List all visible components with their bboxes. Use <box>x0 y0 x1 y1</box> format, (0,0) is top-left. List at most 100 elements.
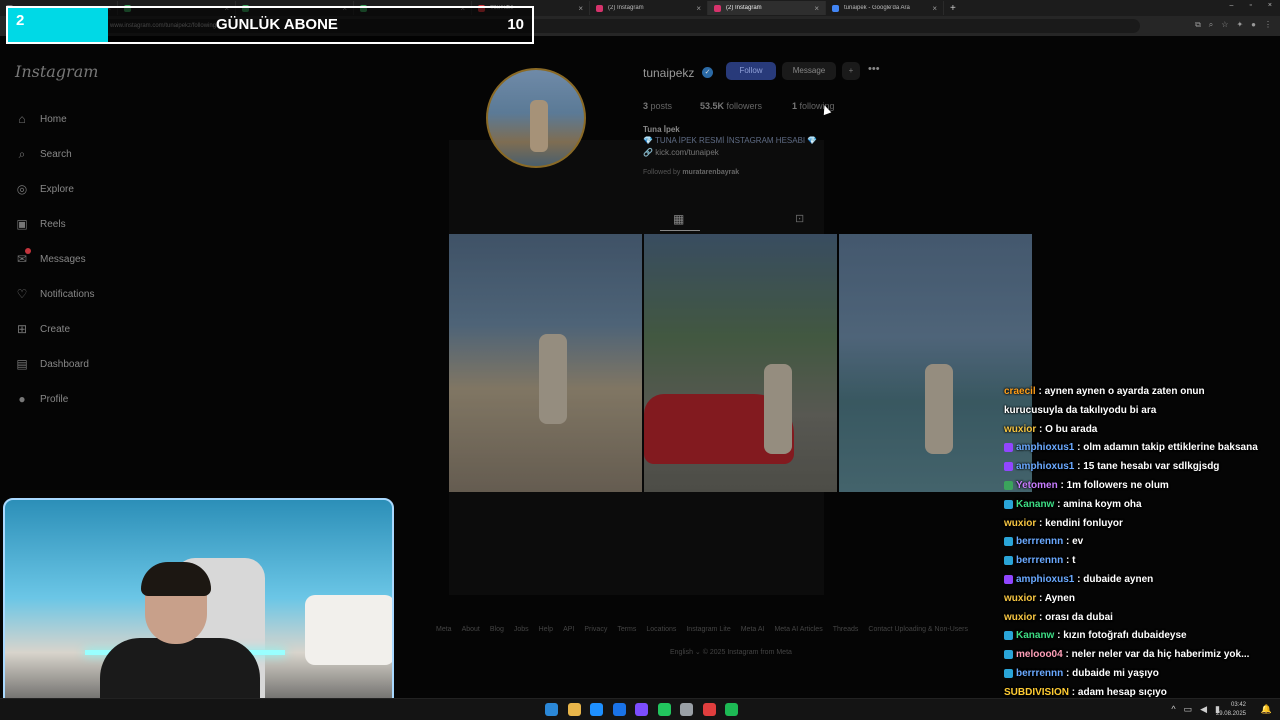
footer-link[interactable]: Jobs <box>514 626 529 633</box>
chat-username[interactable]: amphioxus1 <box>1016 461 1074 472</box>
follow-button[interactable]: Follow <box>726 62 776 80</box>
zoom-icon[interactable]: ⌕ <box>1209 20 1213 30</box>
footer-link[interactable]: API <box>563 626 574 633</box>
home-icon: ⌂ <box>18 112 26 126</box>
footer-link[interactable]: Threads <box>833 626 859 633</box>
sidebar-item-create[interactable]: ⊞ Create <box>15 322 70 336</box>
close-window-icon[interactable]: × <box>1268 2 1272 9</box>
browser-tab[interactable]: (2) Instagram × <box>590 1 708 15</box>
more-options-icon[interactable]: ••• <box>868 63 880 75</box>
instagram-logo[interactable]: Instagram <box>15 62 98 81</box>
chat-text: olm adamın takip ettiklerine baksana <box>1083 442 1258 454</box>
sidebar-item-explore[interactable]: ◎ Explore <box>15 182 74 196</box>
chat-username[interactable]: amphioxus1 <box>1016 442 1074 453</box>
footer-link[interactable]: Locations <box>646 626 676 633</box>
chat-username[interactable]: craecil <box>1004 386 1036 397</box>
chat-badge-icon <box>1004 631 1013 641</box>
sidebar-item-profile[interactable]: ● Profile <box>15 392 68 406</box>
chat-username[interactable]: wuxior <box>1004 593 1036 604</box>
taskbar-app-icon[interactable] <box>635 703 648 716</box>
tray-chevron-icon[interactable]: ^ <box>1171 704 1175 715</box>
chat-username[interactable]: berrrennn <box>1016 668 1063 679</box>
chat-badge-icon <box>1004 537 1013 547</box>
network-icon[interactable]: ▭ <box>1184 704 1193 715</box>
sidebar-item-reels[interactable]: ▣ Reels <box>15 217 65 231</box>
system-tray: ^ ▭ ◀ ▮ <box>1171 704 1220 715</box>
window-controls: – ▫ × <box>1230 2 1272 9</box>
chat-text: t <box>1072 555 1076 567</box>
volume-icon[interactable]: ◀ <box>1200 704 1207 715</box>
chat-username[interactable]: wuxior <box>1004 612 1036 623</box>
chat-username[interactable]: melooo04 <box>1016 649 1063 660</box>
browser-tab[interactable]: tunaipek - Google'da Ara × <box>826 1 944 15</box>
profile-link[interactable]: 🔗 kick.com/tunaipek <box>643 148 719 157</box>
suggest-user-button[interactable]: + <box>842 62 860 80</box>
new-tab-button[interactable]: + <box>944 3 962 14</box>
taskbar-app-icon[interactable] <box>702 703 716 716</box>
clock[interactable]: 03:42 29.08.2025 <box>1216 701 1246 719</box>
taskbar-app-icon[interactable] <box>657 703 671 716</box>
footer-link[interactable]: Instagram Lite <box>686 626 730 633</box>
tagged-tab-icon[interactable]: ⊡ <box>795 212 804 225</box>
footer-link[interactable]: Blog <box>490 626 504 633</box>
profile-icon[interactable]: ● <box>1251 20 1256 30</box>
posts-grid-tab-icon[interactable]: ▦ <box>673 212 684 226</box>
taskbar-app-icon[interactable] <box>612 703 626 716</box>
chat-separator: : <box>1054 630 1064 642</box>
footer-link[interactable]: Meta AI <box>741 626 765 633</box>
sidebar-item-dashboard[interactable]: ▤ Dashboard <box>15 357 89 371</box>
chat-text: adam hesap sıçıyo <box>1077 686 1167 698</box>
sidebar-item-notifications[interactable]: ♡ Notifications <box>15 287 95 301</box>
chat-message: melooo04 : neler neler var da hiç haberi… <box>1004 649 1249 660</box>
chat-message: Kananw : amina koym oha <box>1004 499 1142 510</box>
chat-username[interactable]: wuxior <box>1004 424 1036 435</box>
notification-bell-icon[interactable]: 🔔 <box>1261 704 1272 715</box>
followers-link[interactable]: 53.5K followers <box>700 101 762 111</box>
browser-tab[interactable]: (2) Instagram × <box>708 1 826 15</box>
taskbar-app-icon[interactable] <box>680 703 693 716</box>
chat-username[interactable]: SUBDIVISION <box>1004 687 1069 698</box>
chat-username[interactable]: berrrennn <box>1016 536 1063 547</box>
footer-link[interactable]: Meta AI Articles <box>774 626 822 633</box>
followed-by[interactable]: Followed by muratarenbayrak <box>643 169 739 176</box>
tab-favicon-icon <box>596 4 603 12</box>
taskbar-app-icon[interactable] <box>725 703 738 716</box>
maximize-icon[interactable]: ▫ <box>1249 2 1251 9</box>
tab-close-icon[interactable]: × <box>932 4 937 13</box>
chat-username[interactable]: berrrennn <box>1016 555 1063 566</box>
start-menu-icon[interactable] <box>545 703 558 716</box>
tab-close-icon[interactable]: × <box>814 4 819 13</box>
minimize-icon[interactable]: – <box>1230 2 1234 9</box>
menu-icon[interactable]: ⋮ <box>1264 20 1272 30</box>
chat-username[interactable]: amphioxus1 <box>1016 574 1074 585</box>
footer-link[interactable]: Terms <box>617 626 636 633</box>
profile-picture[interactable] <box>486 68 586 168</box>
tab-close-icon[interactable]: × <box>696 4 701 13</box>
footer-link[interactable]: Help <box>539 626 553 633</box>
footer-link[interactable]: About <box>462 626 480 633</box>
message-button[interactable]: Message <box>782 62 836 80</box>
sidebar-item-label: Messages <box>40 253 86 265</box>
tab-close-icon[interactable]: × <box>578 4 583 13</box>
chat-separator: : <box>1069 686 1078 698</box>
footer-link[interactable]: Meta <box>436 626 452 633</box>
footer-link[interactable]: Contact Uploading & Non-Users <box>868 626 968 633</box>
sidebar-item-home[interactable]: ⌂ Home <box>15 112 66 126</box>
sidebar-item-search[interactable]: ⌕ Search <box>15 147 72 161</box>
taskbar-app-icon[interactable] <box>567 703 581 716</box>
bookmark-star-icon[interactable]: ☆ <box>1221 20 1228 30</box>
extensions-icon[interactable]: ✦ <box>1236 20 1243 30</box>
tab-label: (2) Instagram <box>726 5 762 11</box>
chat-username[interactable]: Kananw <box>1016 630 1054 641</box>
footer-link[interactable]: Privacy <box>584 626 607 633</box>
sidebar-item-label: Explore <box>40 183 74 195</box>
chat-text: Aynen <box>1044 592 1075 604</box>
sidebar-item-messages[interactable]: ✉ Messages <box>15 248 86 266</box>
taskbar-app-icon[interactable] <box>590 703 603 716</box>
webcam-overlay <box>3 498 394 720</box>
chat-username[interactable]: Kananw <box>1016 499 1054 510</box>
chat-username[interactable]: Yetomen <box>1016 480 1058 491</box>
chat-text: aynen aynen o ayarda zaten onun <box>1044 386 1205 397</box>
chat-username[interactable]: wuxior <box>1004 518 1036 529</box>
screenshot-icon[interactable]: ⧉ <box>1195 20 1201 30</box>
